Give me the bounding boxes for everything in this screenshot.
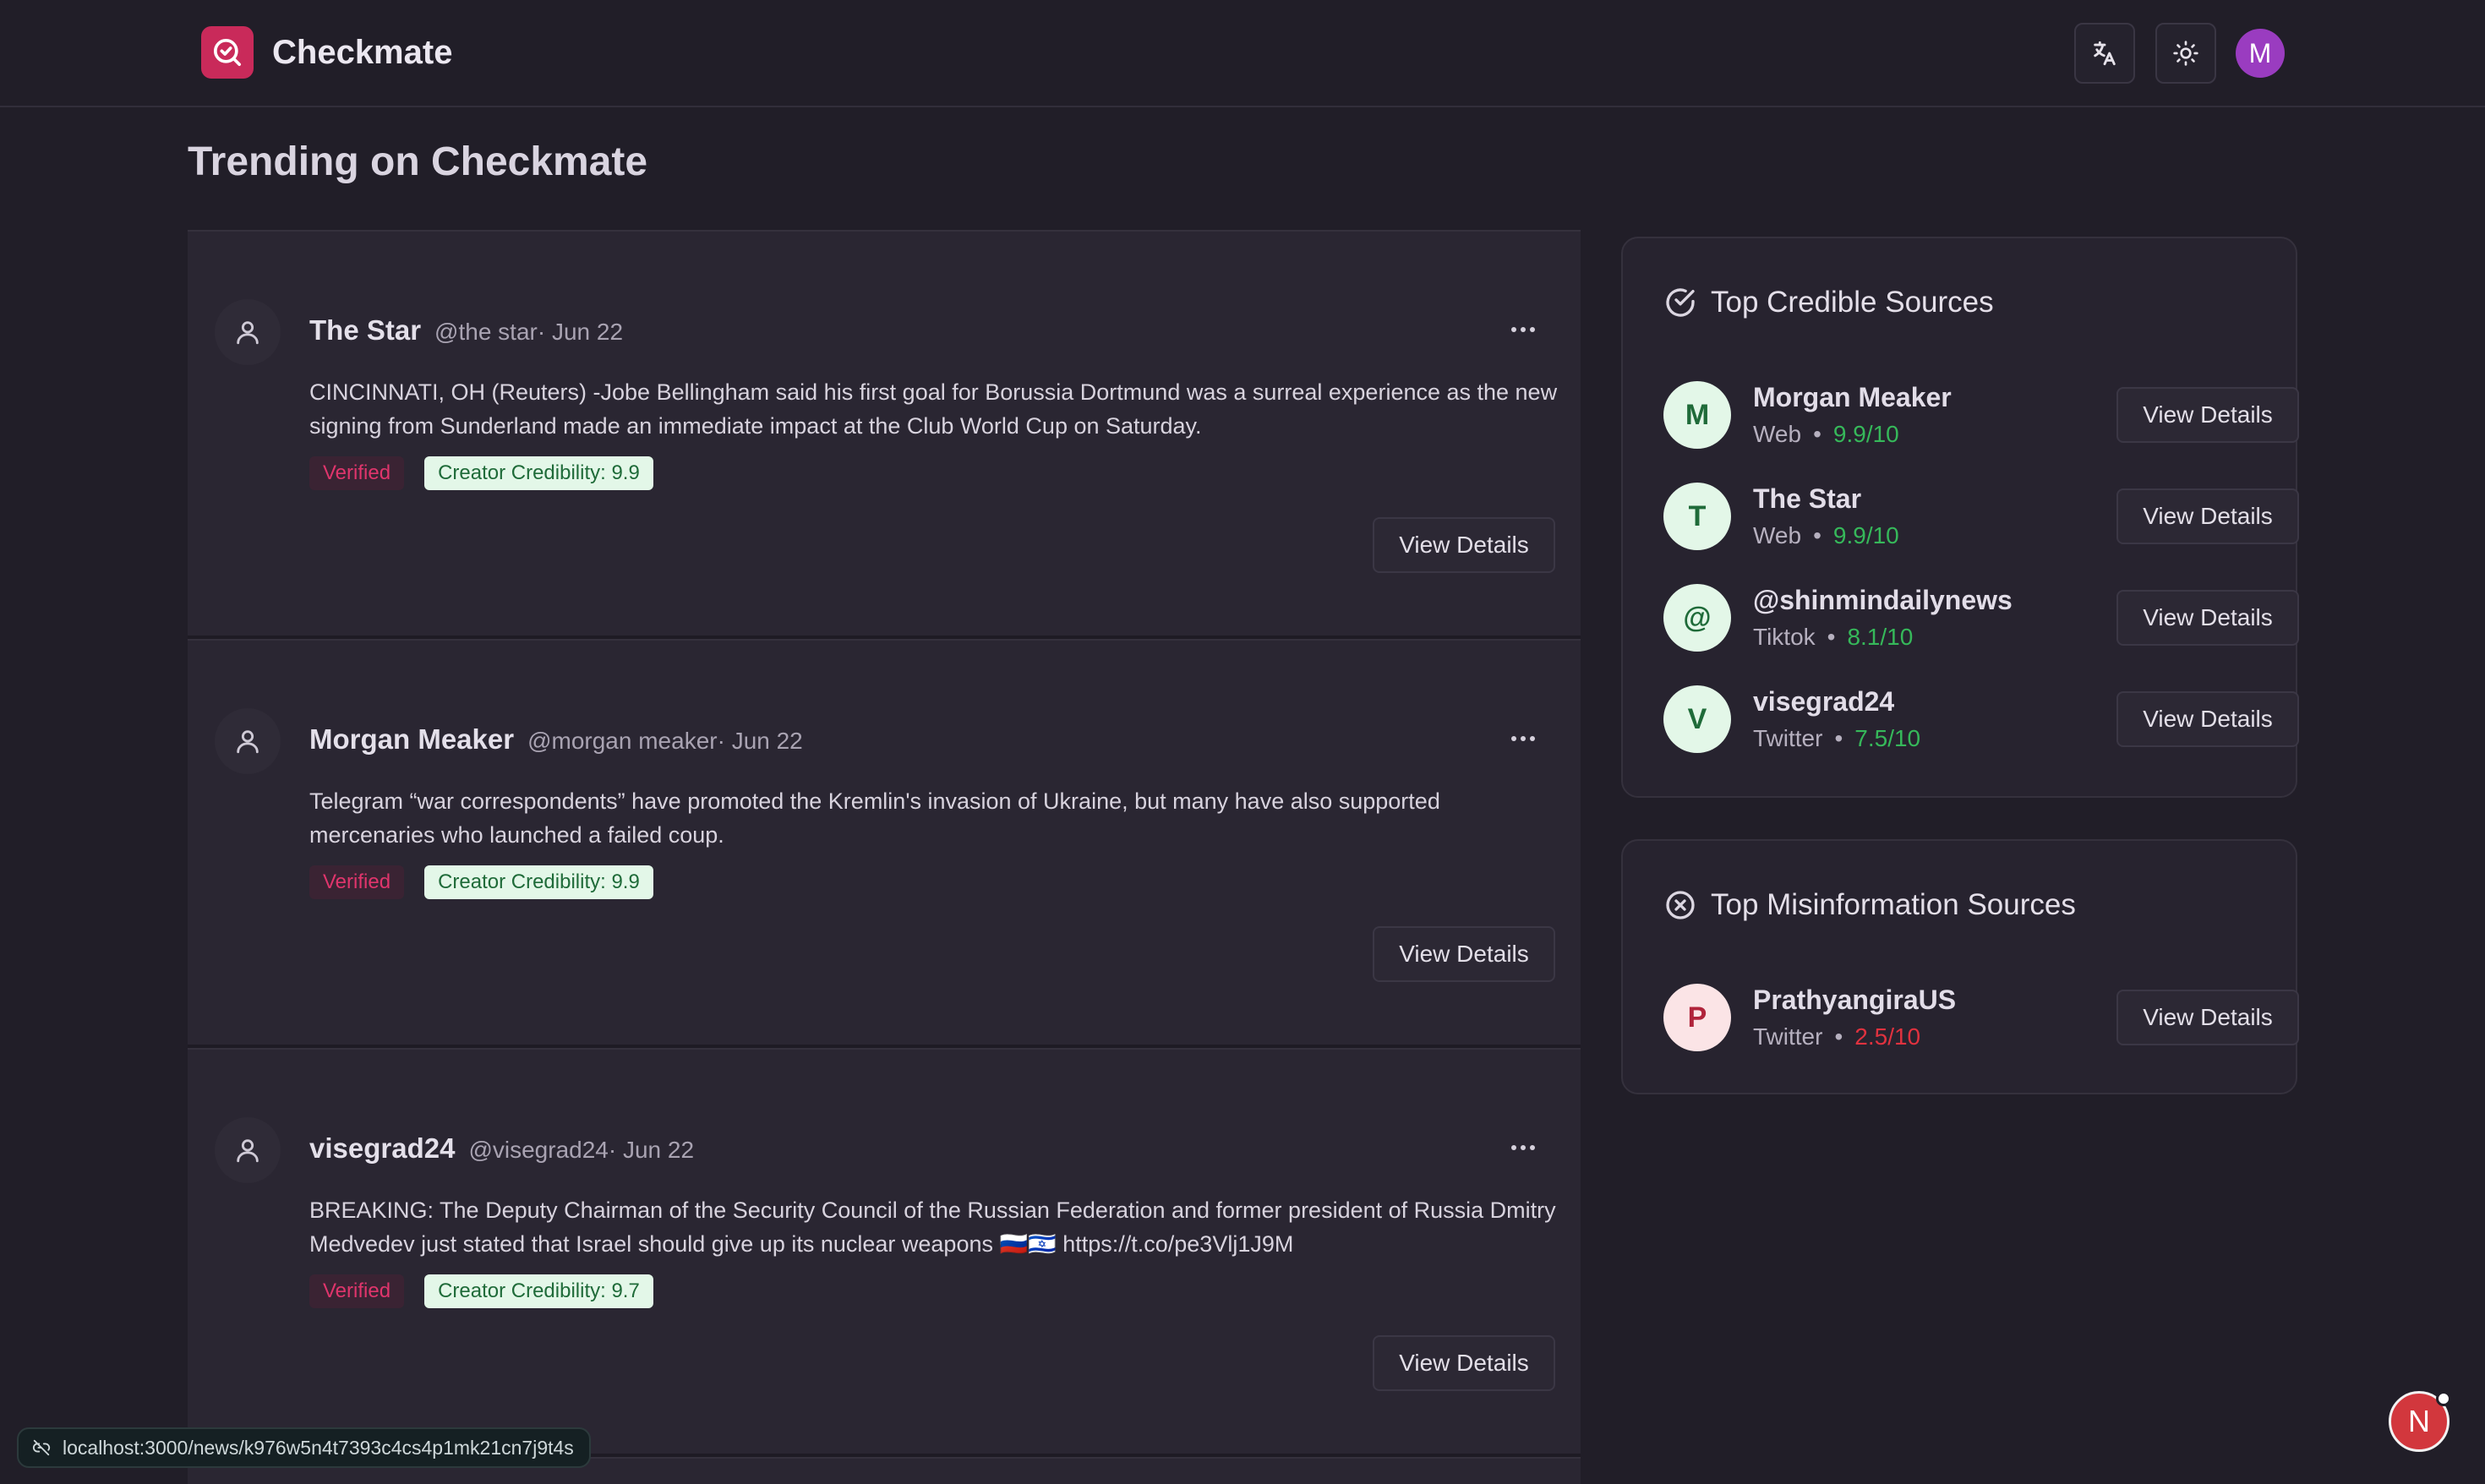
top-navigation-bar: Checkmate M [0, 0, 2485, 107]
brand-name: Checkmate [272, 33, 453, 71]
source-name[interactable]: visegrad24 [1753, 686, 1894, 717]
source-row: T The Star Web • 9.9/10 View Details [1663, 480, 2299, 553]
source-avatar: @ [1663, 584, 1731, 652]
checkmate-logo-icon [201, 26, 254, 79]
x-circle-icon [1666, 891, 1695, 919]
post-header: Morgan Meaker @morgan meaker· Jun 22 [309, 723, 803, 756]
source-platform: Tiktok [1753, 624, 1816, 650]
view-details-button[interactable]: View Details [2116, 990, 2299, 1045]
post-badges: Verified Creator Credibility: 9.9 [309, 456, 653, 490]
view-details-button[interactable]: View Details [2116, 590, 2299, 646]
view-details-button[interactable]: View Details [1373, 926, 1555, 982]
view-details-button[interactable]: View Details [1373, 517, 1555, 573]
author-handle-date: @visegrad24· Jun 22 [468, 1137, 695, 1163]
link-slash-icon [32, 1439, 51, 1456]
author-name[interactable]: The Star [309, 314, 421, 346]
user-avatar[interactable]: M [2236, 29, 2285, 78]
separator-dot: • [1834, 725, 1843, 751]
credibility-badge: Creator Credibility: 9.9 [424, 456, 653, 490]
more-options-icon[interactable] [1498, 313, 1548, 346]
post-text: BREAKING: The Deputy Chairman of the Sec… [309, 1198, 1556, 1257]
source-score: 2.5/10 [1854, 1023, 1921, 1050]
user-icon [215, 1117, 281, 1183]
status-url-text: localhost:3000/news/k976w5n4t7393c4cs4p1… [63, 1436, 574, 1459]
separator-dot: • [1813, 522, 1821, 548]
news-card: The Star @the star· Jun 22 CINCINNATI, O… [188, 230, 1581, 639]
source-name[interactable]: @shinmindailynews [1753, 585, 2013, 616]
news-card: Morgan Meaker @morgan meaker· Jun 22 Tel… [188, 639, 1581, 1048]
source-meta: Web • 9.9/10 [1753, 522, 1899, 549]
view-details-button[interactable]: View Details [1373, 1335, 1555, 1391]
source-name[interactable]: Morgan Meaker [1753, 382, 1952, 413]
panel-header: Top Credible Sources [1663, 286, 1994, 319]
source-platform: Web [1753, 522, 1802, 548]
author-name[interactable]: Morgan Meaker [309, 723, 514, 756]
top-credible-sources-panel: Top Credible Sources M Morgan Meaker Web… [1621, 237, 2299, 798]
check-circle-icon [1666, 288, 1695, 317]
link-preview-status: localhost:3000/news/k976w5n4t7393c4cs4p1… [17, 1427, 591, 1468]
trending-feed: The Star @the star· Jun 22 CINCINNATI, O… [188, 230, 1581, 1484]
source-avatar: M [1663, 381, 1731, 449]
post-badges: Verified Creator Credibility: 9.9 [309, 865, 653, 899]
source-meta: Twitter • 2.5/10 [1753, 1023, 1920, 1050]
news-card: visegrad24 @visegrad24· Jun 22 BREAKING:… [188, 1048, 1581, 1457]
source-score: 8.1/10 [1847, 624, 1914, 650]
more-options-icon[interactable] [1498, 722, 1548, 756]
source-name[interactable]: The Star [1753, 483, 1861, 515]
view-details-button[interactable]: View Details [2116, 387, 2299, 443]
source-platform: Twitter [1753, 725, 1823, 751]
author-handle-date: @morgan meaker· Jun 22 [527, 728, 803, 754]
post-text: Telegram “war correspondents” have promo… [309, 788, 1440, 848]
post-header: visegrad24 @visegrad24· Jun 22 [309, 1132, 694, 1165]
theme-toggle-button[interactable] [2155, 23, 2216, 84]
page-title: Trending on Checkmate [188, 139, 648, 184]
source-avatar: T [1663, 483, 1731, 550]
translate-button[interactable] [2074, 23, 2135, 84]
source-avatar: P [1663, 984, 1731, 1051]
source-meta: Twitter • 7.5/10 [1753, 725, 1920, 752]
source-row: M Morgan Meaker Web • 9.9/10 View Details [1663, 379, 2299, 451]
author-name[interactable]: visegrad24 [309, 1132, 455, 1165]
brand[interactable]: Checkmate [201, 26, 452, 79]
verified-badge: Verified [309, 865, 405, 899]
author-handle-date: @the star· Jun 22 [434, 319, 624, 345]
source-row: P PrathyangiraUS Twitter • 2.5/10 View Det… [1663, 981, 2299, 1054]
source-row: @ @shinmindailynews Tiktok • 8.1/10 View D… [1663, 581, 2299, 654]
credibility-badge: Creator Credibility: 9.7 [424, 1274, 653, 1308]
source-name[interactable]: PrathyangiraUS [1753, 985, 1956, 1016]
source-meta: Tiktok • 8.1/10 [1753, 624, 1913, 651]
source-meta: Web • 9.9/10 [1753, 421, 1899, 448]
verified-badge: Verified [309, 456, 405, 490]
user-icon [215, 708, 281, 774]
panel-title: Top Credible Sources [1711, 286, 1994, 319]
notification-dot [2436, 1391, 2451, 1406]
view-details-button[interactable]: View Details [2116, 691, 2299, 747]
post-header: The Star @the star· Jun 22 [309, 314, 623, 346]
translate-icon [2094, 41, 2116, 66]
separator-dot: • [1834, 1023, 1843, 1050]
source-score: 7.5/10 [1854, 725, 1921, 751]
verified-badge: Verified [309, 1274, 405, 1308]
source-avatar: V [1663, 685, 1731, 753]
post-text: CINCINNATI, OH (Reuters) -Jobe Bellingha… [309, 379, 1558, 439]
source-platform: Web [1753, 421, 1802, 447]
panel-title: Top Misinformation Sources [1711, 888, 2076, 921]
source-row: V visegrad24 Twitter • 7.5/10 View Details [1663, 683, 2299, 756]
separator-dot: • [1813, 421, 1821, 447]
separator-dot: • [1827, 624, 1836, 650]
more-options-icon[interactable] [1498, 1131, 1548, 1165]
sun-icon [2173, 41, 2198, 66]
credibility-badge: Creator Credibility: 9.9 [424, 865, 653, 899]
view-details-button[interactable]: View Details [2116, 488, 2299, 544]
panel-header: Top Misinformation Sources [1663, 888, 2076, 922]
source-platform: Twitter [1753, 1023, 1823, 1050]
source-score: 9.9/10 [1832, 522, 1899, 548]
top-misinformation-sources-panel: Top Misinformation Sources P Prathyangir… [1621, 839, 2299, 1094]
user-icon [215, 299, 281, 365]
post-badges: Verified Creator Credibility: 9.7 [309, 1274, 653, 1308]
source-score: 9.9/10 [1832, 421, 1899, 447]
